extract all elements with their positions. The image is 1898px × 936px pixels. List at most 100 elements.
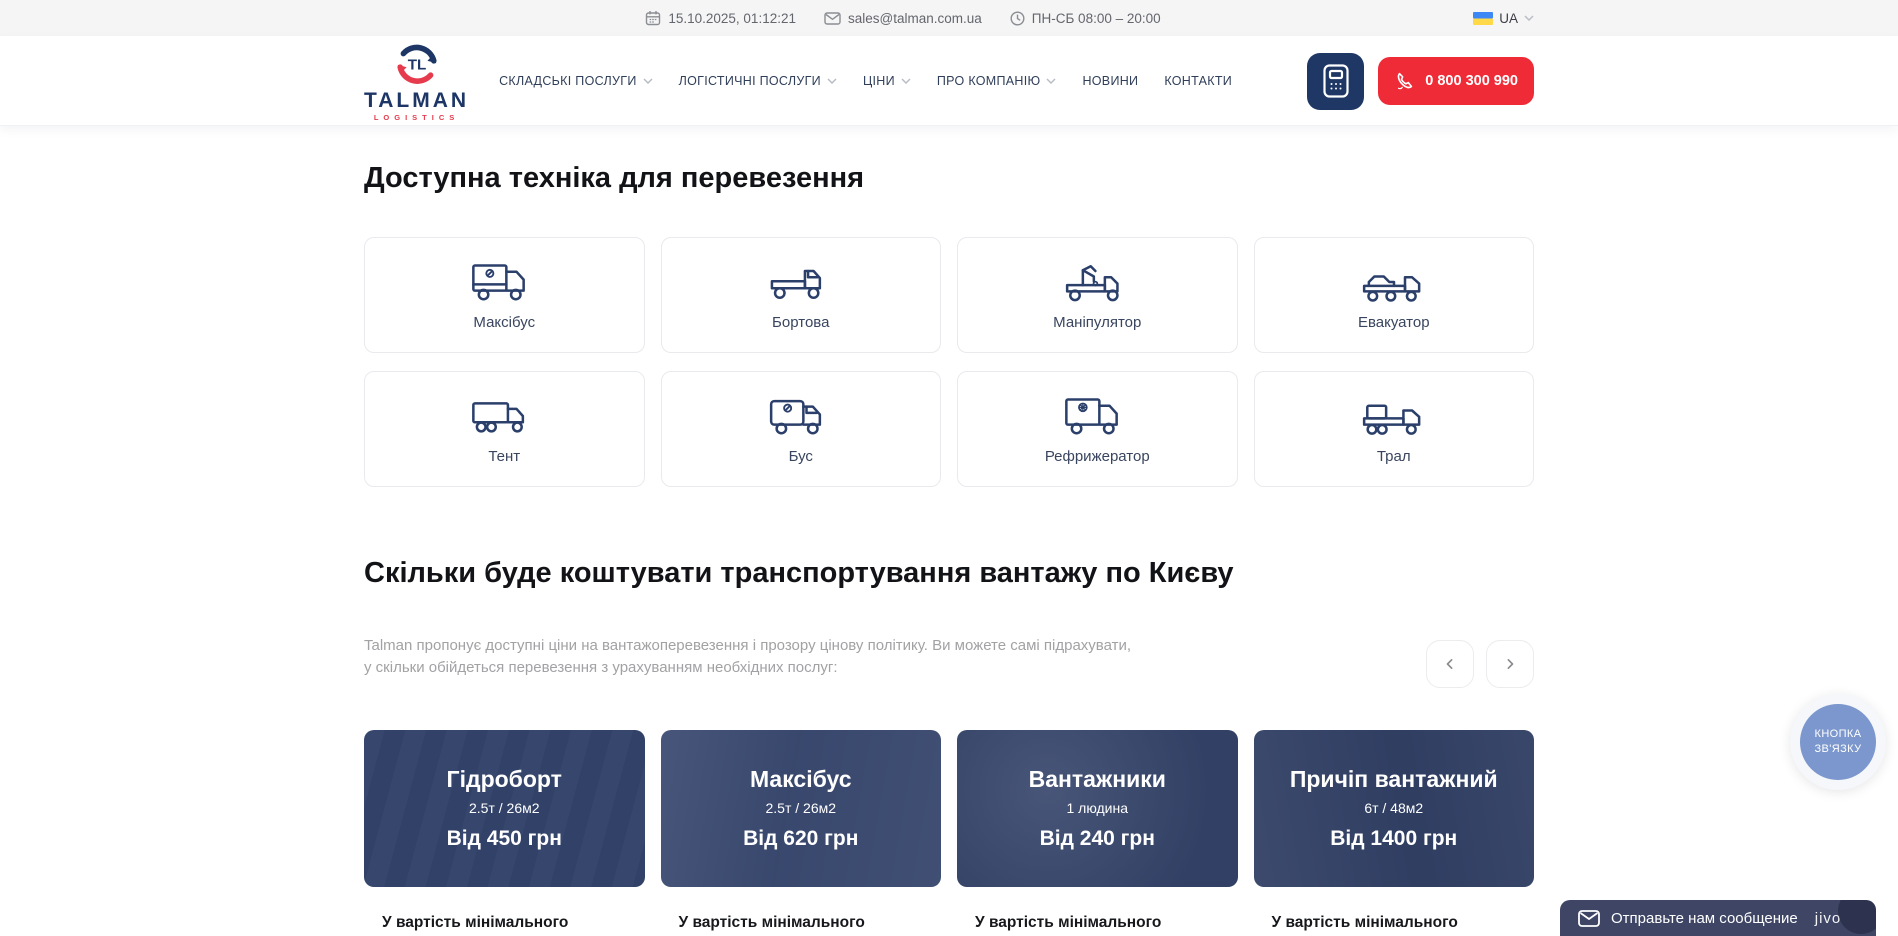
vehicle-label: Бус (789, 448, 813, 465)
price-card-name: Гідроборт (447, 766, 562, 793)
logo-title: TALMAN (364, 90, 469, 111)
chat-widget[interactable]: Отправьте нам сообщение jivo (1560, 900, 1876, 936)
clock-icon (1010, 11, 1025, 26)
price-card-price: Від 450 грн (447, 827, 562, 851)
vehicles-grid: Максібус Бортова Маніпулятор (364, 237, 1534, 487)
vehicle-label: Евакуатор (1358, 314, 1430, 331)
nav-label: НОВИНИ (1082, 74, 1138, 88)
price-card-price: Від 1400 грн (1330, 827, 1457, 851)
price-card-image: Гідроборт 2.5т / 26м2 Від 450 грн (364, 730, 645, 887)
chevron-down-icon (1524, 15, 1534, 21)
vehicle-label: Трал (1377, 448, 1411, 465)
pricing-title: Скільки буде коштувати транспортування в… (364, 557, 1534, 590)
phone-button[interactable]: 0 800 300 990 (1378, 57, 1534, 105)
price-card-spec: 2.5т / 26м2 (469, 800, 540, 816)
chat-message: Отправьте нам сообщение (1611, 910, 1798, 927)
datetime: 15.10.2025, 01:12:21 (645, 10, 796, 26)
logo-subtitle: LOGISTICS (374, 114, 459, 122)
language-selector[interactable]: UA (1473, 0, 1534, 36)
vehicle-card-tral[interactable]: Трал (1254, 371, 1535, 487)
price-card-image: Максібус 2.5т / 26м2 Від 620 грн (661, 730, 942, 887)
price-card-price: Від 620 грн (743, 827, 858, 851)
calculator-icon (1323, 64, 1349, 98)
price-card-spec: 2.5т / 26м2 (765, 800, 836, 816)
phone-number: 0 800 300 990 (1425, 73, 1518, 89)
carousel-controls (1426, 640, 1534, 688)
logo-emblem-icon: TL (393, 40, 441, 88)
phone-icon (1394, 70, 1416, 92)
price-card-vantazhnyky: Вантажники 1 людина Від 240 грн У вартіс… (957, 730, 1238, 936)
nav-label: ПРО КОМПАНІЮ (937, 74, 1041, 88)
price-card-note: У вартість мінімального замовлення за 45… (364, 887, 645, 936)
language-label: UA (1499, 11, 1518, 26)
chevron-down-icon (643, 78, 653, 84)
nav-item-warehouse-services[interactable]: СКЛАДСЬКІ ПОСЛУГИ (499, 74, 653, 88)
working-hours: ПН-СБ 08:00 – 20:00 (1010, 10, 1161, 26)
vehicles-section: Доступна техніка для перевезення Максібу… (364, 162, 1534, 487)
vehicle-card-refrigerator[interactable]: Рефрижератор (957, 371, 1238, 487)
chat-bubble-decoration (1838, 900, 1876, 934)
vehicle-label: Максібус (473, 314, 535, 331)
flatbed-truck-icon (768, 259, 834, 305)
chevron-right-icon (1500, 654, 1520, 674)
nav-item-contacts[interactable]: КОНТАКТИ (1164, 74, 1232, 88)
nav-label: ЦІНИ (863, 74, 895, 88)
vehicle-card-bus[interactable]: Бус (661, 371, 942, 487)
callback-label: КНОПКА ЗВ'ЯЗКУ (1806, 727, 1870, 757)
vehicle-card-tent[interactable]: Тент (364, 371, 645, 487)
price-card-price: Від 240 грн (1040, 827, 1155, 851)
nav-label: СКЛАДСЬКІ ПОСЛУГИ (499, 74, 637, 88)
vehicle-card-manipulator[interactable]: Маніпулятор (957, 237, 1238, 353)
email-link[interactable]: sales@talman.com.ua (824, 10, 982, 26)
price-card-name: Вантажники (1029, 766, 1166, 793)
nav-label: КОНТАКТИ (1164, 74, 1232, 88)
vehicle-label: Рефрижератор (1045, 448, 1150, 465)
tent-truck-icon (471, 393, 537, 439)
vehicles-title: Доступна техніка для перевезення (364, 162, 1534, 195)
svg-text:TL: TL (407, 57, 426, 74)
trawl-truck-icon (1361, 393, 1427, 439)
nav-item-logistics-services[interactable]: ЛОГІСТИЧНІ ПОСЛУГИ (679, 74, 837, 88)
header: TL TALMAN LOGISTICS СКЛАДСЬКІ ПОСЛУГИ ЛО… (0, 36, 1898, 126)
vehicle-label: Маніпулятор (1053, 314, 1141, 331)
crane-truck-icon (1064, 259, 1130, 305)
price-card-prychip: Причіп вантажний 6т / 48м2 Від 1400 грн … (1254, 730, 1535, 936)
price-card-image: Вантажники 1 людина Від 240 грн (957, 730, 1238, 887)
callback-button[interactable]: КНОПКА ЗВ'ЯЗКУ (1790, 694, 1886, 790)
vehicle-label: Тент (488, 448, 520, 465)
price-card-note: У вартість мінімального замовлення за 45… (661, 887, 942, 936)
price-card-name: Причіп вантажний (1290, 766, 1498, 793)
chevron-down-icon (901, 78, 911, 84)
nav-item-about[interactable]: ПРО КОМПАНІЮ (937, 74, 1057, 88)
email-text: sales@talman.com.ua (848, 11, 982, 26)
price-card-image: Причіп вантажний 6т / 48м2 Від 1400 грн (1254, 730, 1535, 887)
price-card-hidrobort: Гідроборт 2.5т / 26м2 Від 450 грн У варт… (364, 730, 645, 936)
price-card-name: Максібус (750, 766, 852, 793)
maksibus-truck-icon (471, 259, 537, 305)
envelope-icon (824, 12, 841, 25)
carousel-prev-button[interactable] (1426, 640, 1474, 688)
logo[interactable]: TL TALMAN LOGISTICS (364, 40, 469, 122)
price-card-spec: 1 людина (1066, 800, 1128, 816)
carousel-next-button[interactable] (1486, 640, 1534, 688)
price-cards: Гідроборт 2.5т / 26м2 Від 450 грн У варт… (364, 730, 1534, 936)
nav-item-news[interactable]: НОВИНИ (1082, 74, 1138, 88)
price-card-note: У вартість мінімального замовлення за 45… (957, 887, 1238, 936)
price-card-maksibus: Максібус 2.5т / 26м2 Від 620 грн У варті… (661, 730, 942, 936)
chevron-left-icon (1440, 654, 1460, 674)
refrigerator-truck-icon (1064, 393, 1130, 439)
chat-envelope-icon (1578, 910, 1600, 927)
vehicle-card-evakuator[interactable]: Евакуатор (1254, 237, 1535, 353)
topbar: 15.10.2025, 01:12:21 sales@talman.com.ua… (0, 0, 1898, 36)
vehicle-label: Бортова (772, 314, 829, 331)
chevron-down-icon (827, 78, 837, 84)
vehicle-card-maksibus[interactable]: Максібус (364, 237, 645, 353)
calendar-icon (645, 10, 661, 26)
tow-truck-icon (1361, 259, 1427, 305)
pricing-description: Talman пропонує доступні ціни на вантажо… (364, 635, 1139, 679)
vehicle-card-bortova[interactable]: Бортова (661, 237, 942, 353)
van-icon (768, 393, 834, 439)
calculator-button[interactable] (1307, 53, 1364, 110)
nav-item-prices[interactable]: ЦІНИ (863, 74, 911, 88)
datetime-text: 15.10.2025, 01:12:21 (668, 11, 796, 26)
